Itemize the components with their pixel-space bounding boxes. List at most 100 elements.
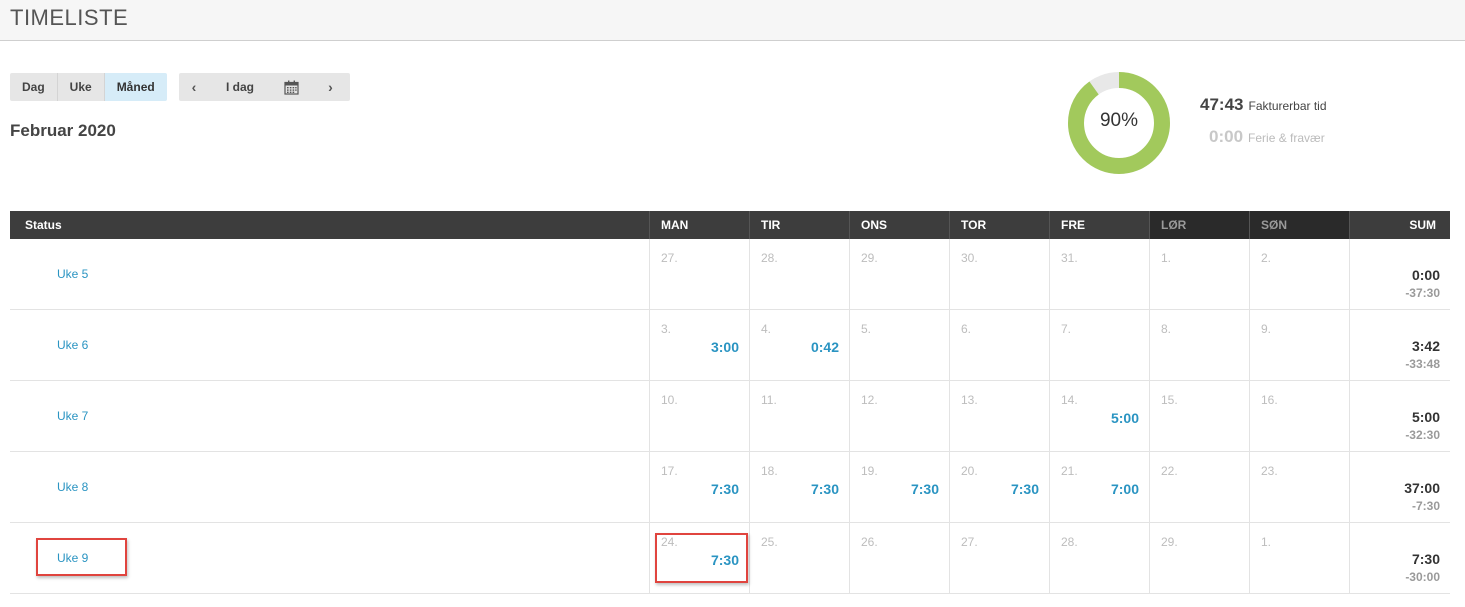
day-cell-tuesday[interactable]: 18. 7:30 bbox=[750, 452, 850, 523]
day-number: 20. bbox=[961, 464, 978, 478]
calendar-icon bbox=[283, 80, 299, 95]
day-cell-monday[interactable]: 10. bbox=[650, 381, 750, 452]
day-cell-friday[interactable]: 21. 7:00 bbox=[1050, 452, 1150, 523]
day-hours-link[interactable]: 7:30 bbox=[711, 552, 739, 568]
day-cell-sunday[interactable]: 23. bbox=[1250, 452, 1350, 523]
day-hours-link[interactable]: 5:00 bbox=[1111, 410, 1139, 426]
week-difference: -37:30 bbox=[1405, 286, 1440, 300]
page-header: TIMELISTE bbox=[0, 0, 1465, 41]
day-hours-link[interactable]: 7:30 bbox=[1011, 481, 1039, 497]
status-cell: Uke 7 bbox=[10, 381, 650, 452]
day-cell-sunday[interactable]: 1. bbox=[1250, 523, 1350, 594]
next-period-button[interactable]: › bbox=[311, 79, 350, 95]
day-number: 1. bbox=[1261, 535, 1272, 549]
view-month-button[interactable]: Måned bbox=[104, 73, 167, 101]
week-link[interactable]: Uke 8 bbox=[57, 480, 88, 494]
day-number: 8. bbox=[1161, 322, 1172, 336]
sum-cell: 7:30 -30:00 bbox=[1350, 523, 1450, 594]
status-cell: Uke 5 bbox=[10, 239, 650, 310]
day-cell-tuesday[interactable]: 28. bbox=[750, 239, 850, 310]
view-day-button[interactable]: Dag bbox=[10, 73, 58, 101]
day-number: 27. bbox=[661, 251, 678, 265]
day-cell-sunday[interactable]: 9. bbox=[1250, 310, 1350, 381]
day-cell-sunday[interactable]: 2. bbox=[1250, 239, 1350, 310]
day-cell-wednesday[interactable]: 19. 7:30 bbox=[850, 452, 950, 523]
week-total: 5:00 bbox=[1411, 409, 1440, 425]
day-cell-friday[interactable]: 14. 5:00 bbox=[1050, 381, 1150, 452]
day-cell-saturday[interactable]: 8. bbox=[1150, 310, 1250, 381]
day-cell-monday[interactable]: 27. bbox=[650, 239, 750, 310]
header-sum: SUM bbox=[1409, 218, 1436, 232]
day-hours-link[interactable]: 7:30 bbox=[711, 481, 739, 497]
day-number: 5. bbox=[861, 322, 872, 336]
header-tuesday: TIR bbox=[750, 211, 850, 239]
day-cell-sunday[interactable]: 16. bbox=[1250, 381, 1350, 452]
day-hours-link[interactable]: 3:00 bbox=[711, 339, 739, 355]
table-row: Uke 8 17. 7:30 18. 7:30 19. 7:30 20. 7:30 21. 7:00… bbox=[10, 452, 1450, 523]
day-number: 15. bbox=[1161, 393, 1178, 407]
sum-cell: 0:00 -37:30 bbox=[1350, 239, 1450, 310]
header-status: Status bbox=[10, 211, 650, 239]
day-number: 19. bbox=[861, 464, 878, 478]
billable-time-value: 47:43 bbox=[1200, 95, 1244, 114]
day-cell-thursday[interactable]: 20. 7:30 bbox=[950, 452, 1050, 523]
day-cell-monday[interactable]: 24. 7:30 bbox=[650, 523, 750, 594]
day-number: 28. bbox=[1061, 535, 1078, 549]
day-number: 6. bbox=[961, 322, 972, 336]
day-cell-thursday[interactable]: 13. bbox=[950, 381, 1050, 452]
week-link[interactable]: Uke 5 bbox=[57, 267, 88, 281]
header-friday: FRE bbox=[1050, 211, 1150, 239]
prev-period-button[interactable]: ‹ bbox=[179, 79, 209, 95]
billable-time-label: Fakturerbar tid bbox=[1248, 99, 1327, 113]
day-cell-wednesday[interactable]: 29. bbox=[850, 239, 950, 310]
header-monday: MAN bbox=[650, 211, 750, 239]
absence-value: 0:00 bbox=[1209, 127, 1244, 146]
day-cell-friday[interactable]: 7. bbox=[1050, 310, 1150, 381]
week-difference: -30:00 bbox=[1405, 570, 1440, 584]
day-cell-saturday[interactable]: 29. bbox=[1150, 523, 1250, 594]
day-number: 9. bbox=[1261, 322, 1272, 336]
day-cell-thursday[interactable]: 30. bbox=[950, 239, 1050, 310]
day-hours-link[interactable]: 7:30 bbox=[911, 481, 939, 497]
view-week-button[interactable]: Uke bbox=[57, 73, 105, 101]
day-cell-thursday[interactable]: 27. bbox=[950, 523, 1050, 594]
absence-stat: 0:00 Ferie & fravær bbox=[1209, 127, 1325, 147]
day-number: 13. bbox=[961, 393, 978, 407]
week-link[interactable]: Uke 6 bbox=[57, 338, 88, 352]
day-cell-monday[interactable]: 3. 3:00 bbox=[650, 310, 750, 381]
day-cell-friday[interactable]: 31. bbox=[1050, 239, 1150, 310]
day-hours-link[interactable]: 7:00 bbox=[1111, 481, 1139, 497]
day-hours-link[interactable]: 7:30 bbox=[811, 481, 839, 497]
table-row: Uke 6 3. 3:00 4. 0:42 5. 6. 7. 8. 9. 3:42 -33:48 bbox=[10, 310, 1450, 381]
week-total: 37:00 bbox=[1404, 480, 1440, 496]
absence-label: Ferie & fravær bbox=[1248, 131, 1325, 145]
day-number: 25. bbox=[761, 535, 778, 549]
week-link[interactable]: Uke 7 bbox=[57, 409, 88, 423]
day-cell-tuesday[interactable]: 25. bbox=[750, 523, 850, 594]
day-cell-saturday[interactable]: 1. bbox=[1150, 239, 1250, 310]
day-cell-tuesday[interactable]: 4. 0:42 bbox=[750, 310, 850, 381]
day-number: 31. bbox=[1061, 251, 1078, 265]
day-cell-saturday[interactable]: 15. bbox=[1150, 381, 1250, 452]
day-number: 1. bbox=[1161, 251, 1172, 265]
grid-body: Uke 5 27. 28. 29. 30. 31. 1. 2. 0:00 -37:30 Uke 6 3… bbox=[10, 239, 1450, 594]
day-cell-friday[interactable]: 28. bbox=[1050, 523, 1150, 594]
day-number: 17. bbox=[661, 464, 678, 478]
day-cell-wednesday[interactable]: 26. bbox=[850, 523, 950, 594]
day-cell-thursday[interactable]: 6. bbox=[950, 310, 1050, 381]
day-number: 28. bbox=[761, 251, 778, 265]
calendar-button[interactable] bbox=[271, 80, 311, 95]
week-total: 3:42 bbox=[1411, 338, 1440, 354]
day-cell-monday[interactable]: 17. 7:30 bbox=[650, 452, 750, 523]
day-number: 18. bbox=[761, 464, 778, 478]
day-hours-link[interactable]: 0:42 bbox=[811, 339, 839, 355]
day-cell-wednesday[interactable]: 12. bbox=[850, 381, 950, 452]
status-cell: Uke 9 bbox=[10, 523, 650, 594]
timesheet-grid: Status MAN TIR ONS TOR FRE LØR SØN SUM U… bbox=[10, 211, 1450, 594]
week-link[interactable]: Uke 9 bbox=[57, 551, 88, 565]
week-difference: -7:30 bbox=[1411, 499, 1440, 513]
day-cell-saturday[interactable]: 22. bbox=[1150, 452, 1250, 523]
today-button[interactable]: I dag bbox=[209, 80, 271, 94]
day-cell-wednesday[interactable]: 5. bbox=[850, 310, 950, 381]
day-cell-tuesday[interactable]: 11. bbox=[750, 381, 850, 452]
